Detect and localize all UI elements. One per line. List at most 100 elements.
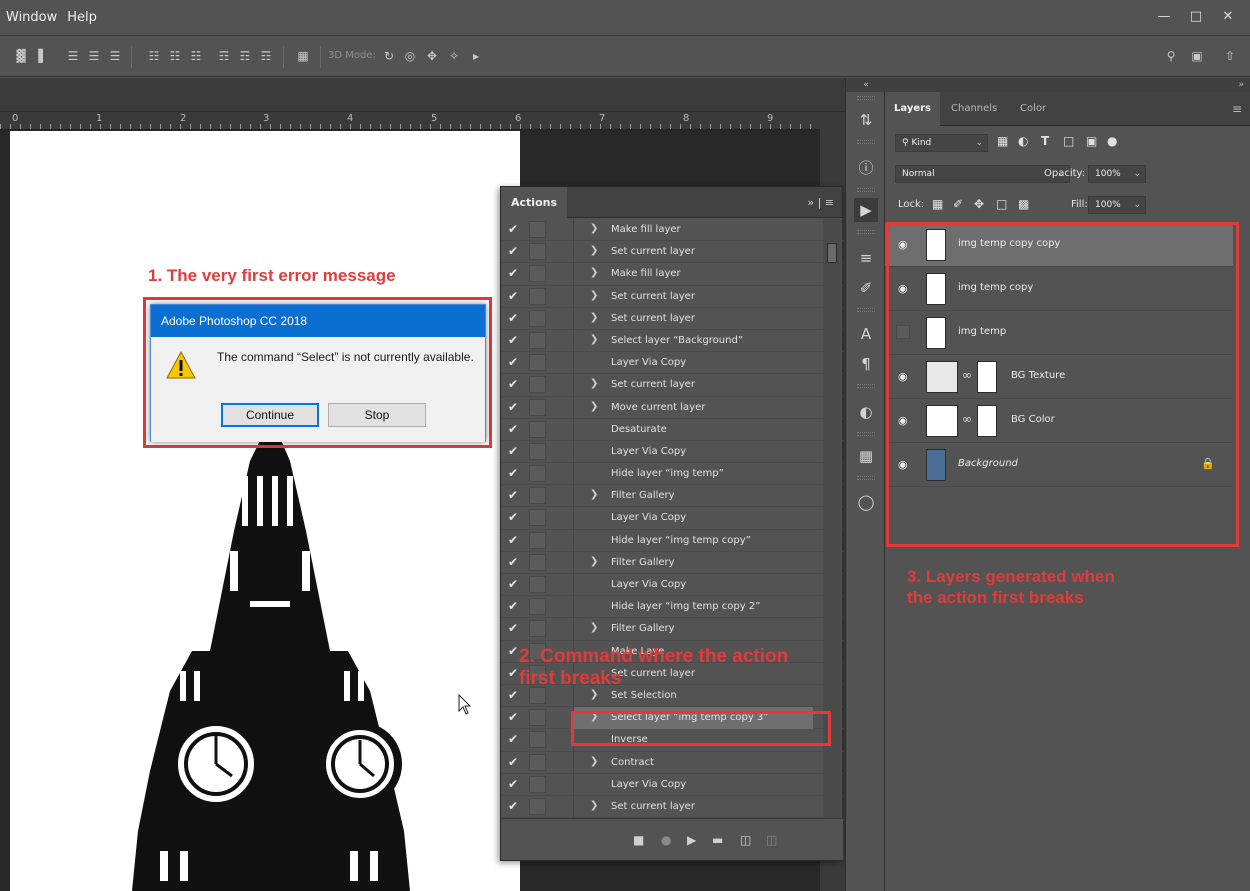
panel-menu-icon[interactable]: » | ≡ — [807, 196, 834, 209]
action-step-row[interactable]: ✔ Layer Via Copy — [501, 774, 843, 796]
maximize-button[interactable]: □ — [1182, 6, 1210, 26]
drag-3d-icon[interactable]: ✥ — [424, 49, 440, 63]
tab-actions[interactable]: Actions — [501, 187, 567, 218]
checkmark-icon[interactable]: ✔ — [508, 289, 522, 303]
dialog-toggle-box[interactable] — [529, 221, 546, 238]
action-step-row[interactable]: ✔ ❯ Move current layer — [501, 397, 843, 419]
panel-menu-icon[interactable]: ≡ — [1232, 102, 1242, 116]
swatches-icon[interactable]: ▦ — [854, 444, 878, 468]
chevron-right-icon[interactable]: ❯ — [590, 378, 598, 389]
orbit-3d-icon[interactable]: ↻ — [381, 49, 397, 63]
align-vertical-centers-icon[interactable]: ☰ — [86, 49, 102, 63]
checkmark-icon[interactable]: ✔ — [508, 777, 522, 791]
checkmark-icon[interactable]: ✔ — [508, 577, 522, 591]
chevron-right-icon[interactable]: ❯ — [590, 223, 598, 234]
chevron-right-icon[interactable]: ❯ — [590, 267, 598, 278]
workspace-icon[interactable]: ▣ — [1189, 49, 1205, 63]
shape-filter-icon[interactable]: □ — [1063, 134, 1074, 148]
checkmark-icon[interactable]: ✔ — [508, 422, 522, 436]
action-step-row[interactable]: ✔ Layer Via Copy — [501, 441, 843, 464]
dialog-toggle-box[interactable] — [529, 331, 546, 349]
checkmark-icon[interactable]: ✔ — [508, 466, 522, 480]
info-icon[interactable]: ⓘ — [854, 156, 878, 180]
align-left-edges-icon[interactable]: ▓ — [13, 49, 29, 63]
dialog-toggle-box[interactable] — [529, 509, 546, 527]
tab-layers[interactable]: Layers — [885, 92, 940, 126]
record-icon[interactable]: ● — [661, 833, 671, 847]
close-button[interactable]: ✕ — [1214, 6, 1242, 26]
smart-object-filter-icon[interactable]: ▣ — [1086, 134, 1097, 148]
dialog-toggle-box[interactable] — [529, 531, 546, 549]
chevron-right-icon[interactable]: ❯ — [590, 689, 598, 700]
chevron-right-icon[interactable]: ❯ — [590, 556, 598, 567]
chevron-right-icon[interactable]: ❯ — [590, 756, 598, 767]
distribute-bottom-icon[interactable]: ☷ — [188, 49, 204, 63]
layer-filter-select[interactable]: ⚲ Kind ⌄ — [895, 134, 988, 152]
character-icon[interactable]: A — [854, 322, 878, 346]
brush-icon[interactable]: ✐ — [854, 276, 878, 300]
dialog-toggle-box[interactable] — [529, 309, 546, 327]
panel-expand-icon[interactable]: » — [885, 78, 1250, 92]
checkmark-icon[interactable]: ✔ — [508, 710, 522, 724]
actions-play-icon[interactable]: ▶ — [854, 198, 878, 222]
action-step-row[interactable]: ✔ ❯ Select layer “Background” — [501, 330, 843, 353]
chevron-right-icon[interactable]: ❯ — [590, 622, 598, 633]
distribute-left-icon[interactable]: ☶ — [216, 49, 232, 63]
action-step-row[interactable]: ✔ ❯ Set current layer — [501, 308, 843, 330]
align-top-edges-icon[interactable]: ☰ — [65, 49, 81, 63]
action-step-row[interactable]: ✔ Layer Via Copy — [501, 507, 843, 530]
checkmark-icon[interactable]: ✔ — [508, 400, 522, 414]
distribute-top-icon[interactable]: ☷ — [146, 49, 162, 63]
filter-toggle-icon[interactable]: ● — [1107, 134, 1117, 148]
action-step-row[interactable]: ✔ Desaturate — [501, 419, 843, 441]
checkmark-icon[interactable]: ✔ — [508, 266, 522, 280]
dialog-toggle-box[interactable] — [529, 709, 546, 727]
stop-recording-icon[interactable]: ■ — [633, 833, 644, 847]
dialog-toggle-box[interactable] — [529, 753, 546, 771]
adjustment-filter-icon[interactable]: ◐ — [1018, 134, 1028, 148]
new-set-icon[interactable]: ▬ — [712, 833, 723, 847]
slide-3d-icon[interactable]: ✧ — [446, 49, 462, 63]
delete-icon[interactable]: ◫ — [766, 833, 777, 847]
auto-align-icon[interactable]: ▦ — [295, 49, 311, 63]
chevron-right-icon[interactable]: ❯ — [590, 334, 598, 345]
dialog-toggle-box[interactable] — [529, 398, 546, 416]
checkmark-icon[interactable]: ✔ — [508, 355, 522, 369]
tab-color[interactable]: Color — [1011, 92, 1055, 126]
checkmark-icon[interactable]: ✔ — [508, 688, 522, 702]
properties-icon[interactable]: ≡ — [854, 246, 878, 270]
pixel-filter-icon[interactable]: ▦ — [997, 134, 1008, 148]
roll-3d-icon[interactable]: ◎ — [402, 49, 418, 63]
action-step-row[interactable]: ✔ ❯ Set current layer — [501, 241, 843, 264]
lock-image-icon[interactable]: ✐ — [953, 197, 963, 215]
chevron-right-icon[interactable]: ❯ — [590, 290, 598, 301]
continue-button[interactable]: Continue — [221, 403, 319, 427]
checkmark-icon[interactable]: ✔ — [508, 621, 522, 635]
collapse-toggle-icon[interactable]: « — [846, 78, 886, 92]
share-icon[interactable]: ⇧ — [1222, 49, 1238, 63]
dialog-toggle-box[interactable] — [529, 487, 546, 505]
action-step-row[interactable]: ✔ Hide layer “img temp copy 2” — [501, 596, 843, 619]
document-canvas[interactable] — [10, 131, 520, 891]
distribute-vcenter-icon[interactable]: ☷ — [167, 49, 183, 63]
lock-all-icon[interactable]: ▩ — [1018, 197, 1029, 215]
action-step-row[interactable]: ✔ Layer Via Copy — [501, 352, 843, 375]
checkmark-icon[interactable]: ✔ — [508, 555, 522, 569]
align-bottom-edges-icon[interactable]: ☰ — [107, 49, 123, 63]
chevron-right-icon[interactable]: ❯ — [590, 245, 598, 256]
fill-field[interactable]: 100% ⌄ — [1088, 196, 1146, 214]
play-selection-icon[interactable]: ▶ — [687, 833, 696, 847]
distribute-right-icon[interactable]: ☶ — [258, 49, 274, 63]
dialog-toggle-box[interactable] — [529, 465, 546, 483]
action-step-row[interactable]: ✔ ❯ Filter Gallery — [501, 552, 843, 574]
chevron-right-icon[interactable]: ❯ — [590, 401, 598, 412]
checkmark-icon[interactable]: ✔ — [508, 799, 522, 813]
checkmark-icon[interactable]: ✔ — [508, 244, 522, 258]
dialog-toggle-box[interactable] — [529, 620, 546, 638]
paths-icon[interactable]: ◯ — [854, 490, 878, 514]
checkmark-icon[interactable]: ✔ — [508, 377, 522, 391]
lock-artboard-icon[interactable]: □ — [996, 197, 1007, 215]
distribute-hcenter-icon[interactable]: ☶ — [237, 49, 253, 63]
lock-position-icon[interactable]: ✥ — [974, 197, 984, 215]
dialog-toggle-box[interactable] — [529, 775, 546, 793]
